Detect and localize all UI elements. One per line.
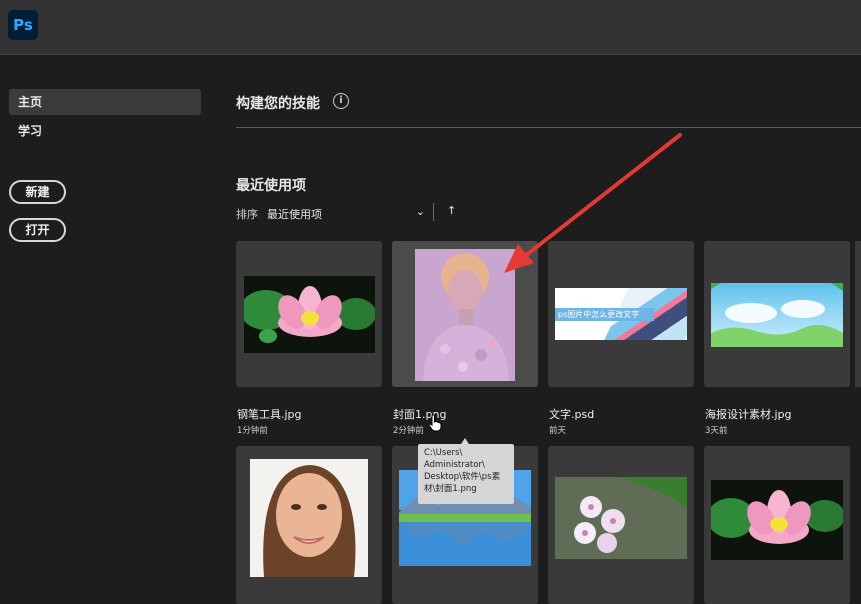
file-time: 2分钟前 bbox=[393, 426, 424, 436]
file-card-1[interactable] bbox=[236, 241, 382, 387]
sort-direction-icon[interactable]: ↑ bbox=[447, 204, 456, 217]
next-card-peek bbox=[855, 241, 861, 387]
sort-separator bbox=[433, 203, 434, 221]
file-card-8[interactable] bbox=[704, 446, 850, 604]
file-name: 钢笔工具.jpg bbox=[237, 408, 302, 421]
skills-section-title: 构建您的技能 bbox=[236, 96, 320, 112]
file-card-4[interactable] bbox=[704, 241, 850, 387]
sidebar: 主页 学习 新建 打开 bbox=[0, 55, 215, 604]
thumb-caption: ps图片中怎么更改文字 bbox=[555, 308, 654, 321]
file-name: 文字.psd bbox=[549, 408, 595, 421]
photoshop-logo: Ps bbox=[8, 10, 38, 40]
face-image bbox=[250, 459, 368, 577]
annotation-arrow bbox=[504, 133, 682, 273]
hand-cursor-icon bbox=[428, 414, 442, 432]
sort-value: 最近使用项 bbox=[267, 208, 322, 221]
file-name: 海报设计素材.jpg bbox=[705, 408, 792, 421]
open-button[interactable]: 打开 bbox=[9, 218, 66, 242]
file-time: 3天前 bbox=[705, 426, 728, 436]
info-icon[interactable]: i bbox=[333, 93, 349, 109]
recent-section-title: 最近使用项 bbox=[236, 178, 306, 194]
lotus-image bbox=[711, 480, 843, 560]
plumeria-image bbox=[555, 477, 687, 559]
file-time: 前天 bbox=[549, 426, 567, 436]
sort-dropdown[interactable]: 最近使用项 ⌄ bbox=[267, 205, 425, 222]
file-card-5[interactable] bbox=[236, 446, 382, 604]
text-design-image: ps图片中怎么更改文字 bbox=[555, 288, 687, 340]
chevron-down-icon: ⌄ bbox=[415, 205, 425, 218]
lotus-image bbox=[244, 276, 375, 353]
file-card-7[interactable] bbox=[548, 446, 694, 604]
sidebar-item-home[interactable]: 主页 bbox=[9, 89, 201, 115]
new-button[interactable]: 新建 bbox=[9, 180, 66, 204]
sidebar-item-learn[interactable]: 学习 bbox=[9, 118, 201, 144]
file-time: 1分钟前 bbox=[237, 426, 268, 436]
sort-label: 排序 bbox=[236, 208, 258, 221]
top-bar: Ps bbox=[0, 0, 861, 55]
file-path-tooltip: C:\Users\ Administrator\ Desktop\软件\ps素 … bbox=[418, 444, 514, 504]
landscape-image bbox=[711, 283, 843, 347]
